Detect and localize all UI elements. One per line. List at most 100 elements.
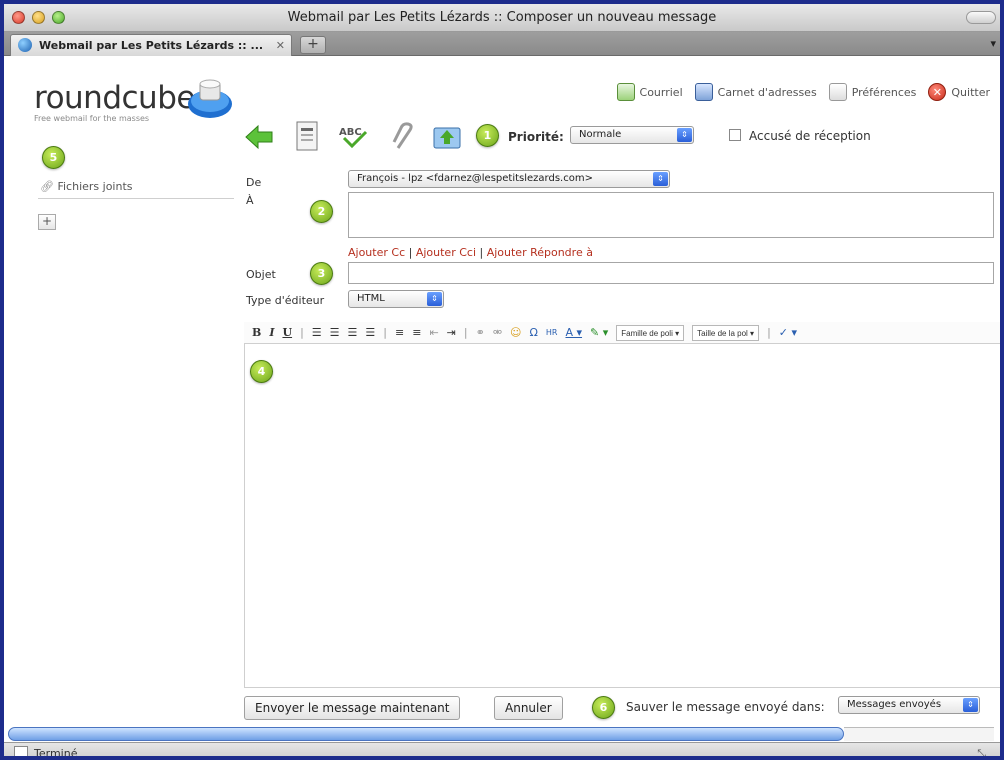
new-tab-button[interactable]: + [300,36,326,54]
align-justify-icon[interactable]: ☰ [365,326,375,339]
save-in-select[interactable]: Messages envoyés ⇕ [838,696,980,714]
special-char-icon[interactable]: Ω [530,326,538,339]
indent-icon[interactable]: ⇥ [447,326,456,339]
marker-2: 2 [310,200,333,223]
to-label: À [246,194,254,207]
font-family-dropdown[interactable]: Famille de poli ▾ [616,324,685,341]
receipt-label: Accusé de réception [749,129,871,143]
title-bar: Webmail par Les Petits Lézards :: Compos… [4,4,1000,32]
marker-1: 1 [476,124,499,147]
to-field[interactable] [348,192,994,238]
align-left-icon[interactable]: ☰ [312,326,322,339]
status-icon [14,746,28,756]
select-arrows-icon: ⇕ [677,128,692,142]
message-body-editor[interactable] [244,344,1000,688]
browser-tab[interactable]: Webmail par Les Petits Lézards :: ... ✕ [10,34,292,56]
priority-value: Normale [579,129,622,140]
scrollbar-track[interactable] [844,727,994,741]
browser-window: Webmail par Les Petits Lézards :: Compos… [0,0,1004,760]
mail-icon [616,83,635,101]
add-bcc-link[interactable]: Ajouter Cci [416,246,476,259]
toolbar-separator: | [300,326,304,339]
paperclip-icon: 🔗︎ [40,180,54,193]
subject-field[interactable] [348,262,994,284]
link-separator: | [479,246,487,259]
add-attachment-button[interactable]: + [38,214,56,230]
window-title: Webmail par Les Petits Lézards :: Compos… [287,10,717,25]
horizontal-rule-icon[interactable]: HR [546,328,558,337]
font-family-value: Famille de poli [621,328,673,338]
quit-icon: ✕ [928,83,947,101]
roundcube-logo: roundcube Free webmail for the masses [34,79,232,123]
priority-select[interactable]: Normale ⇕ [570,126,694,144]
horizontal-scrollbar[interactable] [8,727,844,741]
emoticon-icon[interactable]: ☺ [510,326,521,339]
unlink-icon[interactable]: ⚮ [493,326,502,339]
send-button[interactable]: Envoyer le message maintenant [244,696,461,720]
marker-5: 5 [42,146,65,169]
recipient-links: Ajouter Cc | Ajouter Cci | Ajouter Répon… [348,246,593,259]
globe-icon [18,38,32,52]
editor-type-select[interactable]: HTML ⇕ [348,290,444,308]
marker-4: 4 [250,360,273,383]
back-arrow-icon[interactable] [244,124,274,150]
tab-label: Webmail par Les Petits Lézards :: ... [39,39,264,52]
cancel-button[interactable]: Annuler [494,696,563,720]
select-arrows-icon: ⇕ [427,292,442,306]
spellcheck-toolbar-icon[interactable]: ✓ ▾ [779,326,797,339]
tab-list-icon[interactable]: ▾ [990,37,996,50]
address-book-add-icon[interactable] [294,120,320,152]
from-select[interactable]: François - lpz <fdarnez@lespetitslezards… [348,170,670,188]
attachment-icon[interactable] [390,122,416,152]
toolbar-separator: | [383,326,387,339]
resize-grip-icon[interactable]: ⤡ [977,747,986,756]
attachments-header: 🔗︎ Fichiers joints [40,180,133,193]
align-right-icon[interactable]: ☰ [348,326,358,339]
link-separator: | [408,246,416,259]
sidebar-divider [38,198,234,199]
marker-6: 6 [592,696,615,719]
status-bar: Terminé ⤡ [4,742,1000,760]
add-cc-link[interactable]: Ajouter Cc [348,246,405,259]
preferences-icon [828,83,847,101]
toolbar-separator: | [463,326,468,339]
toolbar-toggle-button[interactable] [966,11,996,24]
tab-close-icon[interactable]: ✕ [276,39,285,52]
nav-quit-label: Quitter [951,85,990,99]
from-value: François - lpz <fdarnez@lespetitslezards… [357,173,593,184]
subject-label: Objet [246,268,276,281]
link-icon[interactable]: ⚭ [476,326,485,339]
roundcube-logo-icon [188,79,232,118]
nav-mail[interactable]: Courriel [616,83,683,101]
tab-bar: Webmail par Les Petits Lézards :: ... ✕ … [4,32,1000,56]
from-label: De [246,176,262,189]
attachments-label: Fichiers joints [57,180,133,193]
save-in-label: Sauver le message envoyé dans: [626,700,825,714]
background-color-icon[interactable]: ✎ ▾ [590,326,608,339]
nav-address-book[interactable]: Carnet d'adresses [694,83,817,101]
outdent-icon[interactable]: ⇤ [429,326,438,339]
italic-button[interactable]: I [269,326,274,339]
add-reply-to-link[interactable]: Ajouter Répondre à [487,246,593,259]
align-center-icon[interactable]: ☰ [330,326,340,339]
nav-preferences[interactable]: Préférences [828,83,917,101]
select-arrows-icon: ⇕ [963,698,978,712]
svg-text:ABC: ABC [339,127,362,138]
logo-brand: roundcube [34,80,195,116]
underline-button[interactable]: U [282,326,292,339]
nav-quit[interactable]: ✕ Quitter [928,83,990,101]
bullet-list-icon[interactable]: ≡ [395,326,404,339]
nav-address-book-label: Carnet d'adresses [717,85,817,99]
marker-3: 3 [310,262,333,285]
status-text: Terminé [34,747,78,760]
priority-label: Priorité: [508,130,564,144]
save-in-value: Messages envoyés [847,699,942,710]
bold-button[interactable]: B [252,326,261,339]
font-size-dropdown[interactable]: Taille de la pol ▾ [692,324,760,341]
receipt-checkbox[interactable] [729,129,741,141]
save-draft-icon[interactable] [432,122,462,150]
nav-preferences-label: Préférences [851,85,917,99]
spellcheck-icon[interactable]: ABC [338,124,370,150]
numbered-list-icon[interactable]: ≡ [412,326,421,339]
text-color-icon[interactable]: A ▾ [565,326,582,339]
